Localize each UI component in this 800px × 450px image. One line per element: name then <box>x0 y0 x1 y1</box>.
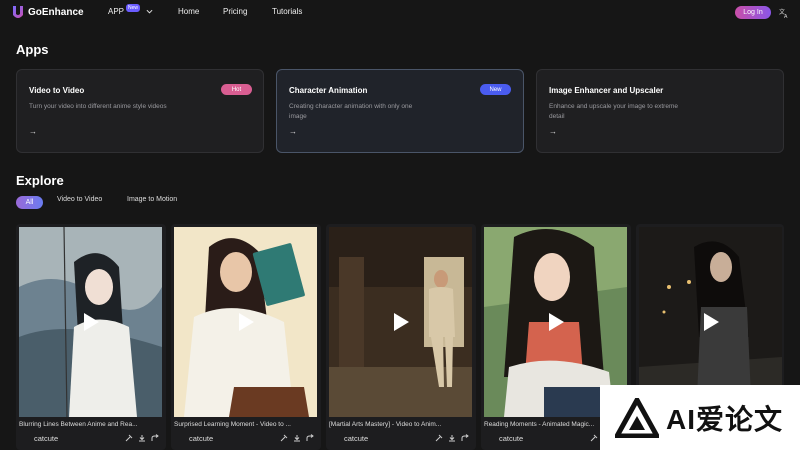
play-icon[interactable] <box>235 312 255 332</box>
app-card-title: Image Enhancer and Upscaler <box>549 86 664 95</box>
arrow-right-icon: → <box>289 127 297 136</box>
download-icon[interactable] <box>448 434 456 442</box>
enhance-icon[interactable] <box>590 434 598 442</box>
share-icon[interactable] <box>151 434 159 442</box>
watermark-text: AI爱论文 <box>666 404 784 435</box>
top-nav: GoEnhance APP New Home Pricing Tutorials… <box>0 0 800 26</box>
app-menu[interactable]: APP New <box>108 3 153 16</box>
video-author: catcute <box>189 434 214 443</box>
video-card[interactable]: Blurring Lines Between Anime and Rea... … <box>16 224 166 450</box>
video-title: Surprised Learning Moment - Video to ... <box>174 421 291 428</box>
download-icon[interactable] <box>293 434 301 442</box>
brand-name: GoEnhance <box>28 6 84 18</box>
nav-home[interactable]: Home <box>178 7 199 16</box>
app-card-desc: Enhance and upscale your image to extrem… <box>549 103 678 120</box>
hot-badge: Hot <box>221 84 252 95</box>
video-author: catcute <box>344 434 369 443</box>
app-card-video-to-video[interactable]: Video to Video Hot Turn your video into … <box>16 69 264 153</box>
arrow-right-icon: → <box>29 127 37 136</box>
arrow-right-icon: → <box>549 127 557 136</box>
download-icon[interactable] <box>138 434 146 442</box>
goenhance-logo-icon <box>13 6 23 18</box>
play-icon[interactable] <box>390 312 410 332</box>
explore-heading: Explore <box>16 173 64 188</box>
play-icon[interactable] <box>80 312 100 332</box>
video-card[interactable]: [Martial Arts Mastery] - Video to Anim..… <box>326 224 476 450</box>
language-icon[interactable]: 文 A <box>779 8 789 18</box>
filter-all[interactable]: All <box>16 196 43 209</box>
nav-tutorials[interactable]: Tutorials <box>272 7 302 16</box>
video-title: [Martial Arts Mastery] - Video to Anim..… <box>329 421 442 428</box>
brand[interactable]: GoEnhance <box>12 5 84 19</box>
app-card-title: Video to Video <box>29 86 85 95</box>
new-badge: New <box>480 84 511 95</box>
nav-pricing[interactable]: Pricing <box>223 7 247 16</box>
app-card-desc: Turn your video into different anime sty… <box>29 103 167 110</box>
app-menu-label: APP <box>108 7 125 16</box>
share-icon[interactable] <box>306 434 314 442</box>
watermark-logo-icon <box>615 398 659 438</box>
video-card[interactable]: Surprised Learning Moment - Video to ...… <box>171 224 321 450</box>
enhance-icon[interactable] <box>280 434 288 442</box>
video-title: Blurring Lines Between Anime and Rea... <box>19 421 138 428</box>
share-icon[interactable] <box>461 434 469 442</box>
enhance-icon[interactable] <box>435 434 443 442</box>
video-author: catcute <box>34 434 59 443</box>
video-author: catcute <box>499 434 524 443</box>
app-card-image-enhancer[interactable]: Image Enhancer and Upscaler Enhance and … <box>536 69 784 153</box>
filter-video-to-video[interactable]: Video to Video <box>57 196 102 203</box>
play-icon[interactable] <box>545 312 565 332</box>
app-card-desc: Creating character animation with only o… <box>289 103 413 120</box>
enhance-icon[interactable] <box>125 434 133 442</box>
apps-heading: Apps <box>16 42 49 57</box>
app-card-title: Character Animation <box>289 86 368 95</box>
app-card-character-animation[interactable]: Character Animation New Creating charact… <box>276 69 524 153</box>
play-icon[interactable] <box>700 312 720 332</box>
login-button[interactable]: Log In <box>735 6 771 19</box>
new-badge: New <box>126 3 141 12</box>
svg-text:A: A <box>784 14 788 18</box>
chevron-down-icon <box>146 9 153 14</box>
filter-image-to-motion[interactable]: Image to Motion <box>127 196 177 203</box>
